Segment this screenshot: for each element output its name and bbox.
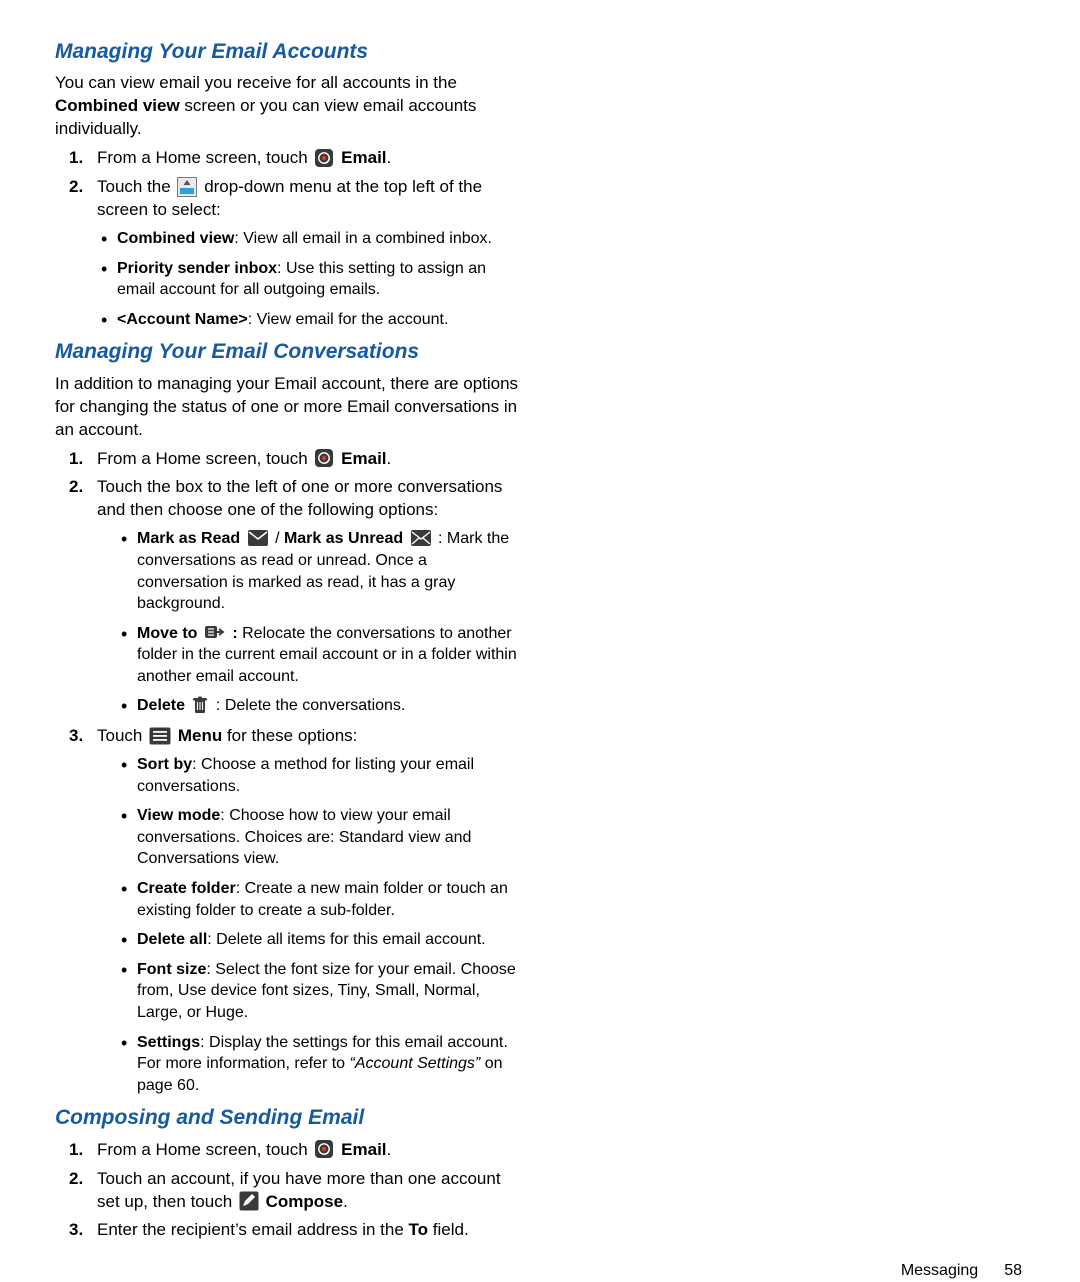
bullet-item: <Account Name>: View email for the accou…	[97, 309, 519, 331]
bullet-item: Mark as Read / Mark as Unread : Mark the…	[117, 528, 519, 614]
text: : Delete all items for this email accoun…	[207, 931, 485, 948]
step-item: 2. Touch the box to the left of one or m…	[55, 476, 519, 522]
bold-text: Menu	[178, 726, 222, 745]
step-item: 3. Touch Menu for these options:	[55, 725, 519, 748]
step-text: Touch the	[97, 177, 175, 196]
text: /	[275, 530, 284, 547]
bold-text: View mode	[137, 807, 220, 824]
step-text: Touch the box to the left of one or more…	[97, 477, 502, 519]
step-number: 1.	[69, 448, 83, 471]
bold-text: Mark as Read	[137, 530, 245, 547]
text: .	[387, 148, 392, 167]
step-number: 1.	[69, 1139, 83, 1162]
text: : View email for the account.	[248, 311, 449, 328]
bullet-list: Mark as Read / Mark as Unread : Mark the…	[55, 528, 519, 717]
heading-managing-conversations: Managing Your Email Conversations	[55, 338, 519, 366]
step-text: Touch	[97, 726, 147, 745]
email-app-icon	[314, 1139, 334, 1159]
step-text: Enter the recipient’s email address in t…	[97, 1220, 409, 1239]
step-item: 1. From a Home screen, touch Email.	[55, 147, 519, 170]
bold-text: To	[409, 1220, 429, 1239]
step-text: From a Home screen, touch	[97, 148, 312, 167]
step-text: field.	[428, 1220, 469, 1239]
menu-icon	[149, 727, 171, 745]
step-list: 1. From a Home screen, touch Email. 2. T…	[55, 1139, 519, 1243]
bold-text: Font size	[137, 961, 206, 978]
step-list: 1. From a Home screen, touch Email. 2. T…	[55, 448, 519, 523]
bullet-item: Delete all: Delete all items for this em…	[117, 929, 519, 951]
mark-read-icon	[247, 529, 269, 547]
email-app-icon	[314, 148, 334, 168]
step-number: 3.	[69, 725, 83, 748]
step-item: 1. From a Home screen, touch Email.	[55, 448, 519, 471]
bold-text: Compose	[266, 1192, 343, 1211]
dropdown-icon	[177, 177, 197, 197]
text: .	[343, 1192, 348, 1211]
bullet-item: Move to : Relocate the conversations to …	[117, 623, 519, 688]
bold-text: Sort by	[137, 756, 192, 773]
step-item: 2. Touch the drop-down menu at the top l…	[55, 176, 519, 222]
bullet-item: Create folder: Create a new main folder …	[117, 878, 519, 921]
bold-text: Settings	[137, 1034, 200, 1051]
bold-text: <Account Name>	[117, 311, 248, 328]
step-list: 1. From a Home screen, touch Email. 2. T…	[55, 147, 519, 222]
text: .	[387, 1140, 392, 1159]
bold-text: Email	[341, 449, 386, 468]
bold-text: Delete all	[137, 931, 207, 948]
step-item: 2. Touch an account, if you have more th…	[55, 1168, 519, 1214]
step-number: 2.	[69, 176, 83, 199]
step-number: 2.	[69, 1168, 83, 1191]
heading-composing-email: Composing and Sending Email	[55, 1104, 519, 1132]
page-footer: Messaging 58	[55, 1248, 1030, 1282]
mark-unread-icon	[410, 529, 432, 547]
text: : View all email in a combined inbox.	[234, 230, 492, 247]
bold-text: Create folder	[137, 880, 236, 897]
bullet-list: Combined view: View all email in a combi…	[55, 228, 519, 330]
step-item: 1. From a Home screen, touch Email.	[55, 1139, 519, 1162]
step-number: 3.	[69, 1219, 83, 1242]
bullet-item: Settings: Display the settings for this …	[117, 1032, 519, 1097]
step-text: for these options:	[227, 726, 357, 745]
bold-text: Delete	[137, 697, 189, 714]
intro-text: You can view email you receive for all a…	[55, 72, 519, 141]
email-app-icon	[314, 448, 334, 468]
bold-text: Combined view	[117, 230, 234, 247]
text: : Delete the conversations.	[216, 697, 405, 714]
bullet-list: Sort by: Choose a method for listing you…	[55, 754, 519, 1096]
step-number: 1.	[69, 147, 83, 170]
bold-text: Mark as Unread	[284, 530, 408, 547]
delete-icon	[191, 696, 209, 714]
compose-icon	[239, 1191, 259, 1211]
bullet-item: Font size: Select the font size for your…	[117, 959, 519, 1024]
footer-page-number: 58	[1004, 1262, 1022, 1279]
manual-page: Managing Your Email Accounts You can vie…	[0, 0, 1080, 720]
text: .	[387, 449, 392, 468]
step-number: 2.	[69, 476, 83, 499]
bold-text: Combined view	[55, 96, 180, 115]
step-list: 3. Touch Menu for these options:	[55, 725, 519, 748]
move-to-icon	[204, 623, 226, 641]
bullet-item: Priority sender inbox: Use this setting …	[97, 258, 519, 301]
footer-section-label: Messaging	[901, 1262, 978, 1279]
bold-text: Priority sender inbox	[117, 260, 277, 277]
bold-text: :	[232, 625, 242, 642]
bullet-item: View mode: Choose how to view your email…	[117, 805, 519, 870]
cross-reference: “Account Settings”	[350, 1055, 481, 1072]
heading-managing-accounts: Managing Your Email Accounts	[55, 38, 519, 66]
bullet-item: Sort by: Choose a method for listing you…	[117, 754, 519, 797]
two-column-layout: Managing Your Email Accounts You can vie…	[55, 30, 1030, 1248]
bullet-item: Combined view: View all email in a combi…	[97, 228, 519, 250]
intro-text: In addition to managing your Email accou…	[55, 373, 519, 442]
step-text: From a Home screen, touch	[97, 449, 312, 468]
step-item: 3. Enter the recipient’s email address i…	[55, 1219, 519, 1242]
bold-text: Email	[341, 148, 386, 167]
text: You can view email you receive for all a…	[55, 73, 457, 92]
step-text: From a Home screen, touch	[97, 1140, 312, 1159]
bullet-item: Delete : Delete the conversations.	[117, 695, 519, 717]
bold-text: Email	[341, 1140, 386, 1159]
bold-text: Move to	[137, 625, 202, 642]
